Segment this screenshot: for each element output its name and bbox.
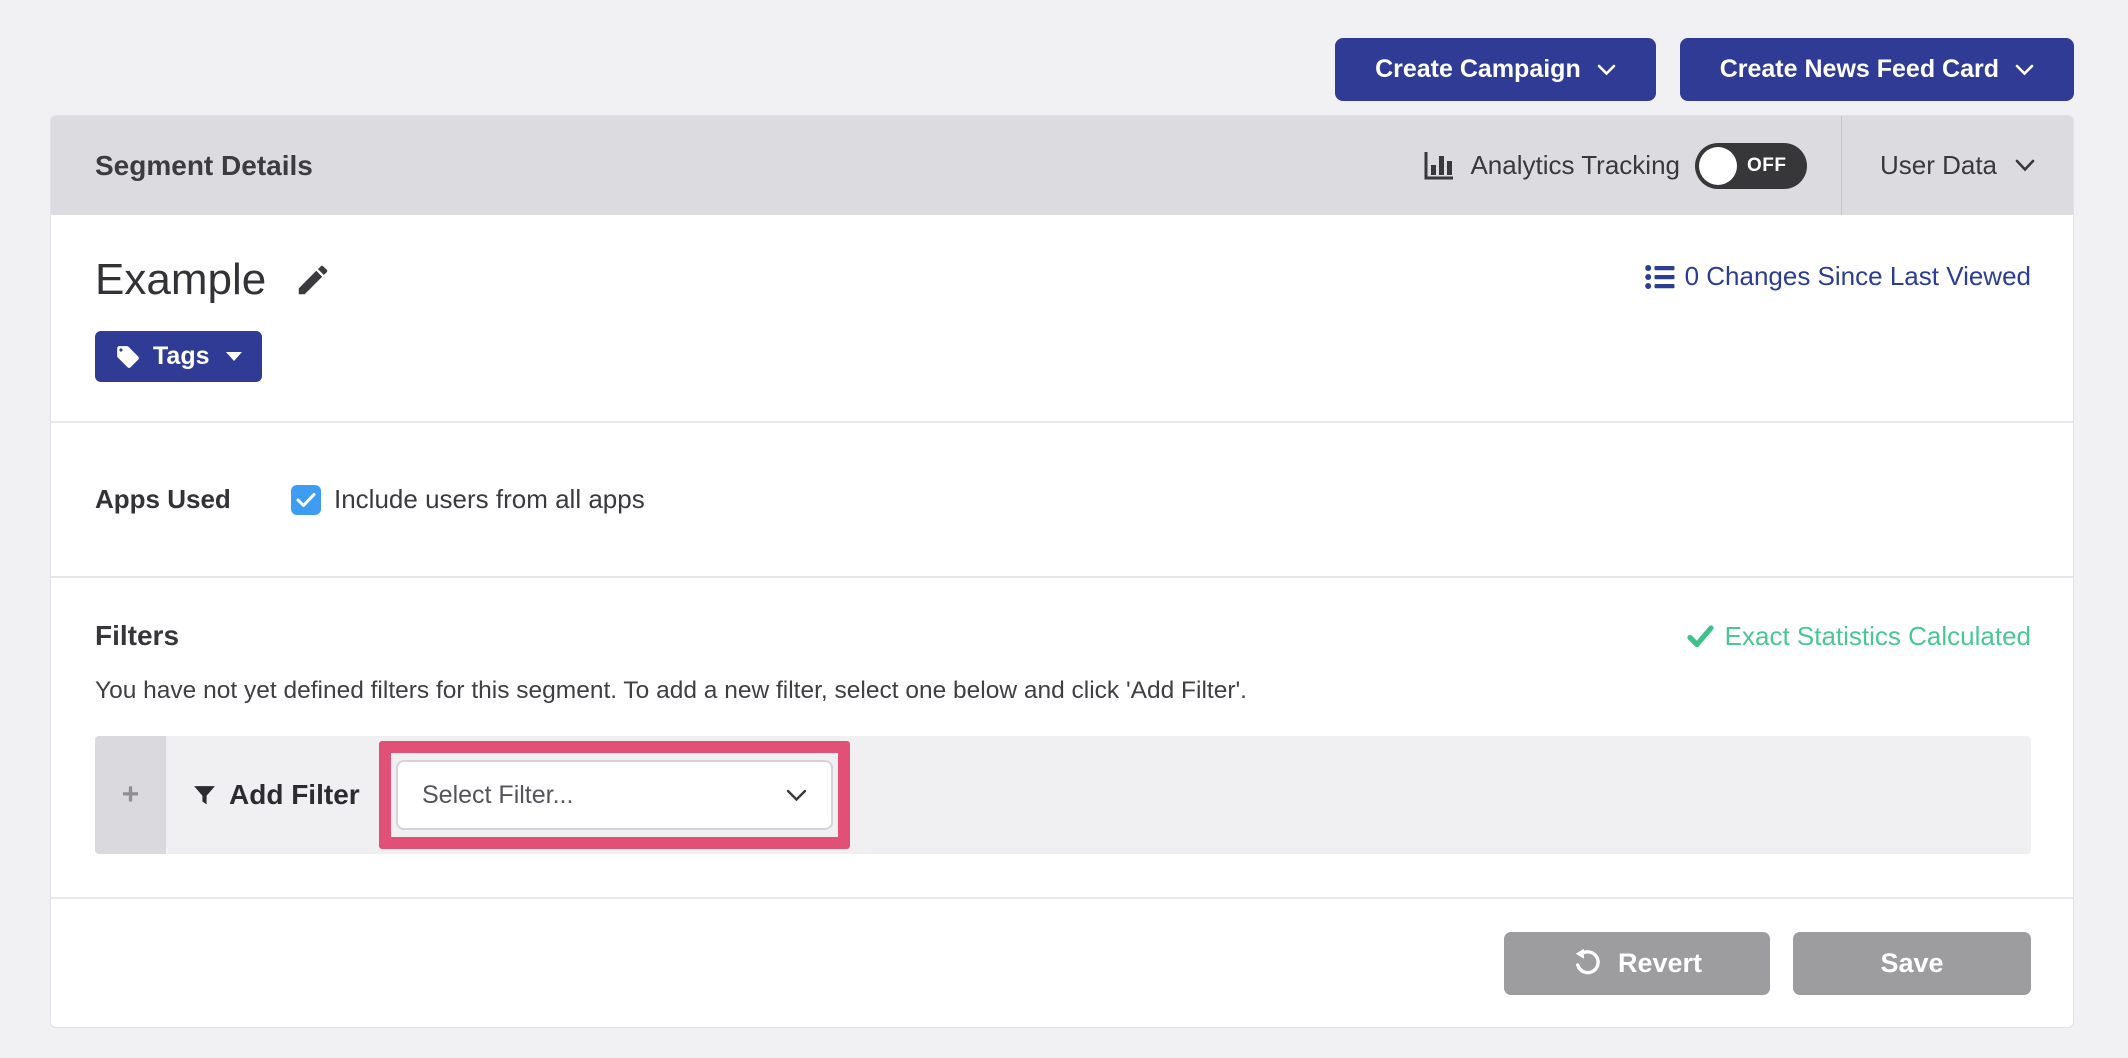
- toggle-knob: [1699, 147, 1737, 185]
- create-campaign-button[interactable]: Create Campaign: [1335, 38, 1656, 101]
- bar-chart-icon: [1423, 151, 1455, 181]
- tag-icon: [115, 344, 141, 370]
- changes-link-label: 0 Changes Since Last Viewed: [1685, 261, 2031, 292]
- segment-details-panel: Segment Details Analytics Tracking OFF U…: [50, 115, 2074, 1028]
- add-filter-plus-button[interactable]: +: [95, 736, 166, 854]
- segment-title-section: Example 0 Changes: [51, 215, 2073, 421]
- apps-used-section: Apps Used Include users from all apps: [51, 421, 2073, 576]
- apps-used-label: Apps Used: [95, 484, 291, 515]
- segment-name: Example: [95, 255, 266, 305]
- panel-title: Segment Details: [51, 150, 1423, 182]
- include-all-apps-label: Include users from all apps: [334, 484, 645, 515]
- save-button-label: Save: [1880, 948, 1943, 979]
- filters-empty-message: You have not yet defined filters for thi…: [95, 677, 2031, 705]
- user-data-label: User Data: [1880, 150, 1997, 181]
- filters-section: Filters Exact Statistics Calculated You …: [51, 576, 2073, 897]
- create-news-feed-card-label: Create News Feed Card: [1720, 55, 1999, 84]
- select-filter-dropdown[interactable]: Select Filter...: [396, 760, 833, 830]
- chevron-down-icon: [786, 789, 807, 802]
- save-button[interactable]: Save: [1793, 932, 2031, 995]
- create-campaign-label: Create Campaign: [1375, 55, 1581, 84]
- add-filter-row: + Add Filter Select Filter...: [95, 736, 2031, 854]
- revert-button-label: Revert: [1618, 948, 1702, 979]
- revert-icon: [1572, 948, 1602, 978]
- select-filter-highlight: Select Filter...: [379, 741, 850, 849]
- toggle-state-label: OFF: [1747, 155, 1787, 177]
- analytics-tracking-label: Analytics Tracking: [1470, 150, 1680, 181]
- exact-statistics-label: Exact Statistics Calculated: [1725, 621, 2031, 652]
- caret-down-icon: [226, 352, 242, 361]
- chevron-down-icon: [2015, 64, 2034, 76]
- pencil-icon: [294, 261, 332, 299]
- tags-button-label: Tags: [153, 342, 210, 371]
- chevron-down-icon: [1597, 64, 1616, 76]
- funnel-icon: [192, 783, 217, 808]
- top-action-bar: Create Campaign Create News Feed Card: [1335, 38, 2074, 101]
- revert-button[interactable]: Revert: [1504, 932, 1770, 995]
- create-news-feed-card-button[interactable]: Create News Feed Card: [1680, 38, 2074, 101]
- analytics-tracking-group: Analytics Tracking OFF: [1423, 116, 1841, 215]
- filters-heading: Filters: [95, 620, 179, 652]
- chevron-down-icon: [2015, 159, 2035, 172]
- list-icon: [1645, 264, 1675, 290]
- panel-header: Segment Details Analytics Tracking OFF U…: [51, 116, 2073, 215]
- add-filter-label: Add Filter: [229, 779, 360, 811]
- edit-name-button[interactable]: [294, 261, 332, 299]
- user-data-dropdown[interactable]: User Data: [1841, 116, 2073, 215]
- analytics-tracking-toggle[interactable]: OFF: [1695, 143, 1807, 189]
- include-all-apps-option: Include users from all apps: [291, 484, 645, 515]
- add-filter-label-group: Add Filter: [192, 736, 360, 854]
- tags-button[interactable]: Tags: [95, 331, 262, 382]
- exact-statistics-status: Exact Statistics Calculated: [1687, 621, 2031, 652]
- panel-footer: Revert Save: [51, 897, 2073, 1027]
- check-icon: [1687, 625, 1714, 648]
- changes-since-last-viewed-link[interactable]: 0 Changes Since Last Viewed: [1645, 261, 2031, 292]
- select-filter-value: Select Filter...: [422, 781, 573, 810]
- include-all-apps-checkbox[interactable]: [291, 485, 321, 515]
